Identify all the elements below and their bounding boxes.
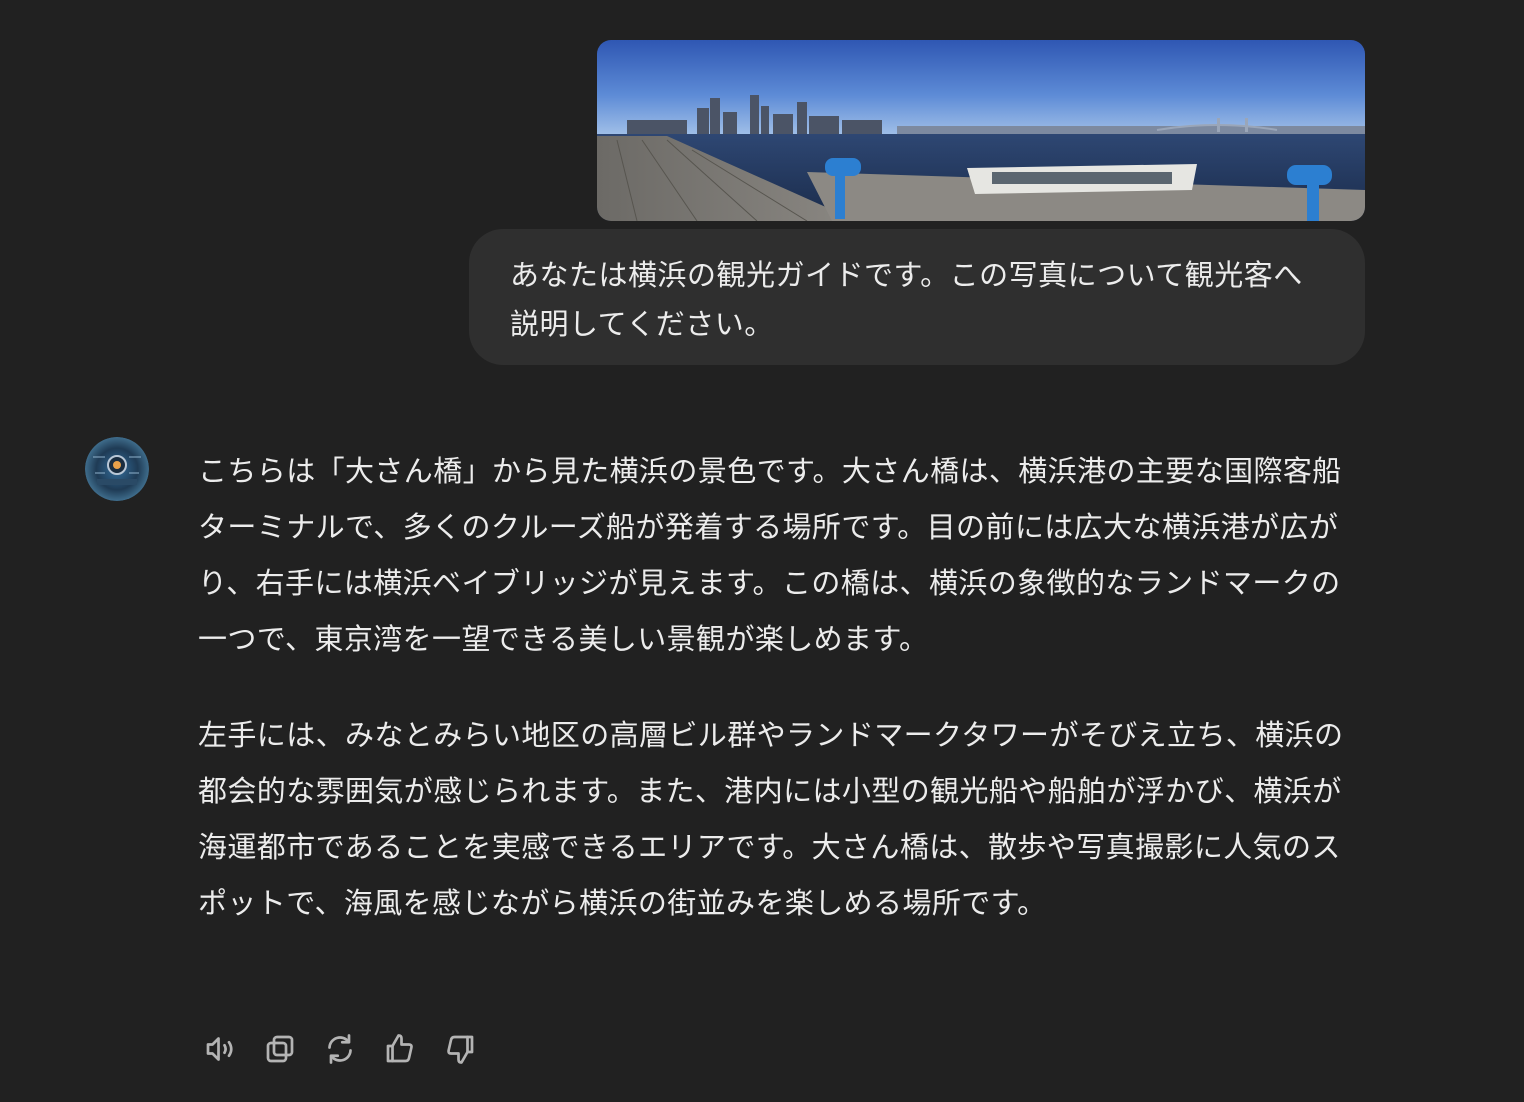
copy-button[interactable] [258,1028,302,1070]
regenerate-icon [328,1034,352,1064]
bad-response-button[interactable] [438,1028,482,1070]
assistant-message: こちらは「大さん橋」から見た横浜の景色です。大さん橋は、横浜港の主要な国際客船タ… [198,443,1358,931]
assistant-paragraph-1: こちらは「大さん橋」から見た横浜の景色です。大さん橋は、横浜港の主要な国際客船タ… [198,454,1342,656]
good-response-button[interactable] [378,1028,422,1070]
assistant-avatar [85,437,149,501]
user-message-bubble: あなたは横浜の観光ガイドです。この写真について観光客へ説明してください。 [469,229,1365,365]
user-message-text: あなたは横浜の観光ガイドです。この写真について観光客へ説明してください。 [510,258,1303,341]
read-aloud-button[interactable] [198,1028,242,1070]
thumbs-up-icon [386,1034,413,1063]
speaker-icon [206,1037,233,1061]
message-action-bar [198,1028,482,1070]
thumbs-down-icon [447,1035,474,1064]
regenerate-button[interactable] [318,1028,362,1070]
assistant-paragraph-2: 左手には、みなとみらい地区の高層ビル群やランドマークタワーがそびえ立ち、横浜の都… [198,718,1344,920]
attached-photo[interactable] [597,40,1365,221]
copy-icon [266,1035,294,1063]
